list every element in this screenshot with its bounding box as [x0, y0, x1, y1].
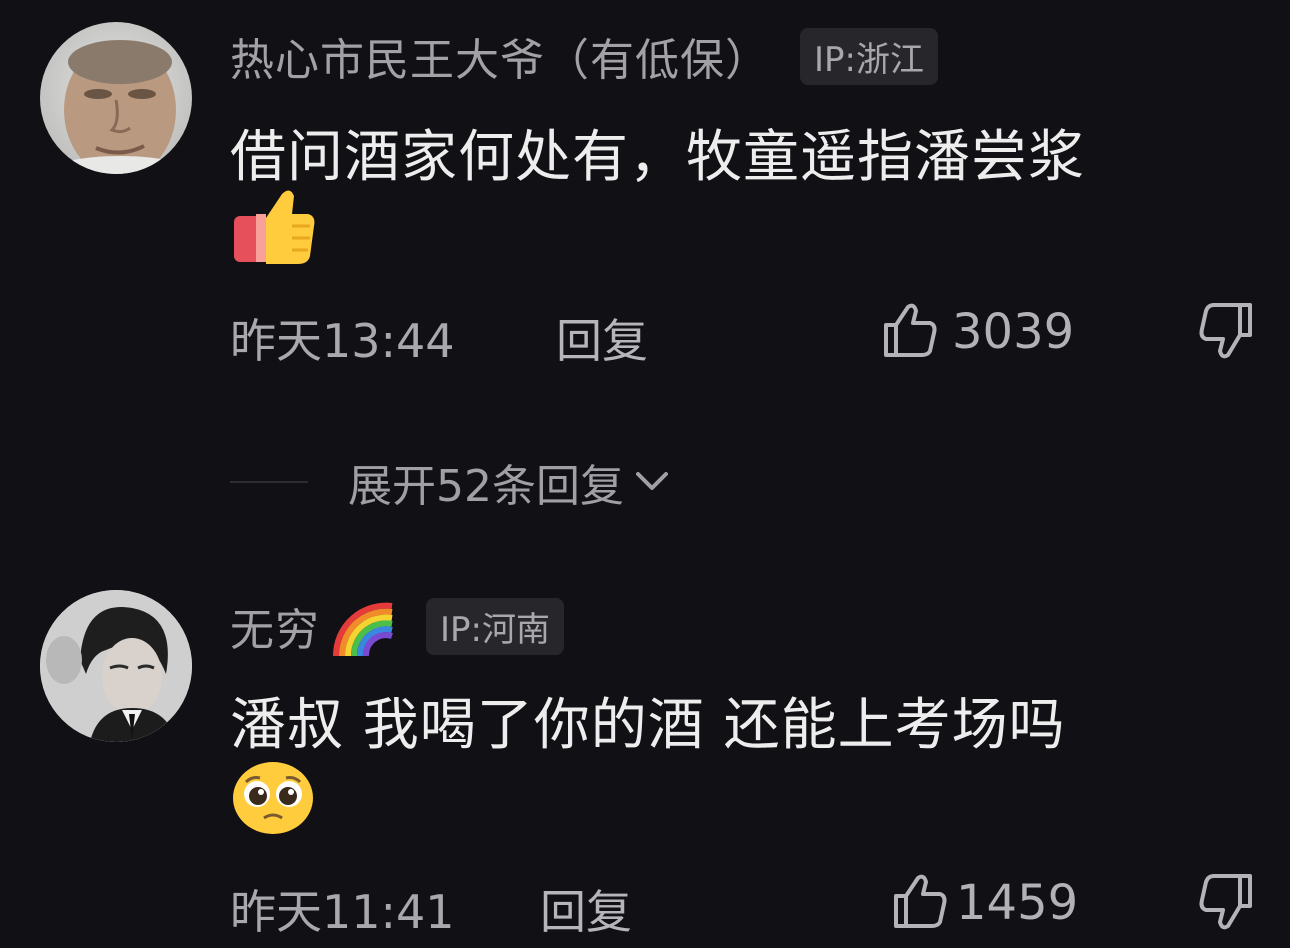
dislike-button[interactable] — [1198, 301, 1256, 367]
comment-header: 热心市民王大爷（有低保） IP:浙江 — [230, 27, 938, 86]
expand-replies-button[interactable]: 展开52条回复 — [230, 450, 674, 514]
avatar[interactable] — [40, 590, 192, 742]
timestamp: 昨天13:44 — [230, 314, 455, 368]
chevron-down-icon — [630, 458, 674, 506]
like-button[interactable]: 1459 — [890, 872, 1078, 934]
reply-button[interactable]: 回复 — [556, 305, 648, 371]
thumbs-up-icon — [890, 872, 948, 934]
divider — [230, 481, 308, 483]
thumbs-up-emoji-icon — [230, 186, 316, 270]
comment-text: 潘叔 我喝了你的酒 还能上考场吗 — [230, 693, 1066, 758]
dislike-button[interactable] — [1198, 872, 1256, 938]
comment-text: 借问酒家何处有，牧童遥指潘尝浆 — [230, 125, 1085, 190]
thumbs-up-icon — [880, 301, 938, 363]
username[interactable]: 热心市民王大爷（有低保） — [230, 24, 770, 88]
comment-actions: 昨天13:44 回复 3039 — [230, 303, 1260, 368]
timestamp: 昨天11:41 — [230, 885, 455, 939]
thumbs-down-icon — [1198, 874, 1256, 938]
like-count: 3039 — [952, 304, 1075, 360]
ip-location-badge: IP:浙江 — [800, 27, 938, 85]
expand-replies-label: 展开52条回复 — [348, 461, 624, 512]
ip-location-badge: IP:河南 — [426, 597, 564, 655]
like-count: 1459 — [956, 875, 1079, 931]
username[interactable]: 无穷 — [230, 594, 320, 658]
reply-button[interactable]: 回复 — [540, 876, 632, 942]
comment-header: 无穷 IP:河南 — [230, 596, 564, 657]
comment-actions: 昨天11:41 回复 1459 — [230, 874, 1260, 939]
pleading-face-emoji-icon — [230, 760, 316, 840]
rainbow-emoji-icon — [330, 596, 396, 657]
avatar[interactable] — [40, 22, 192, 174]
like-button[interactable]: 3039 — [880, 301, 1074, 363]
thumbs-down-icon — [1198, 303, 1256, 367]
